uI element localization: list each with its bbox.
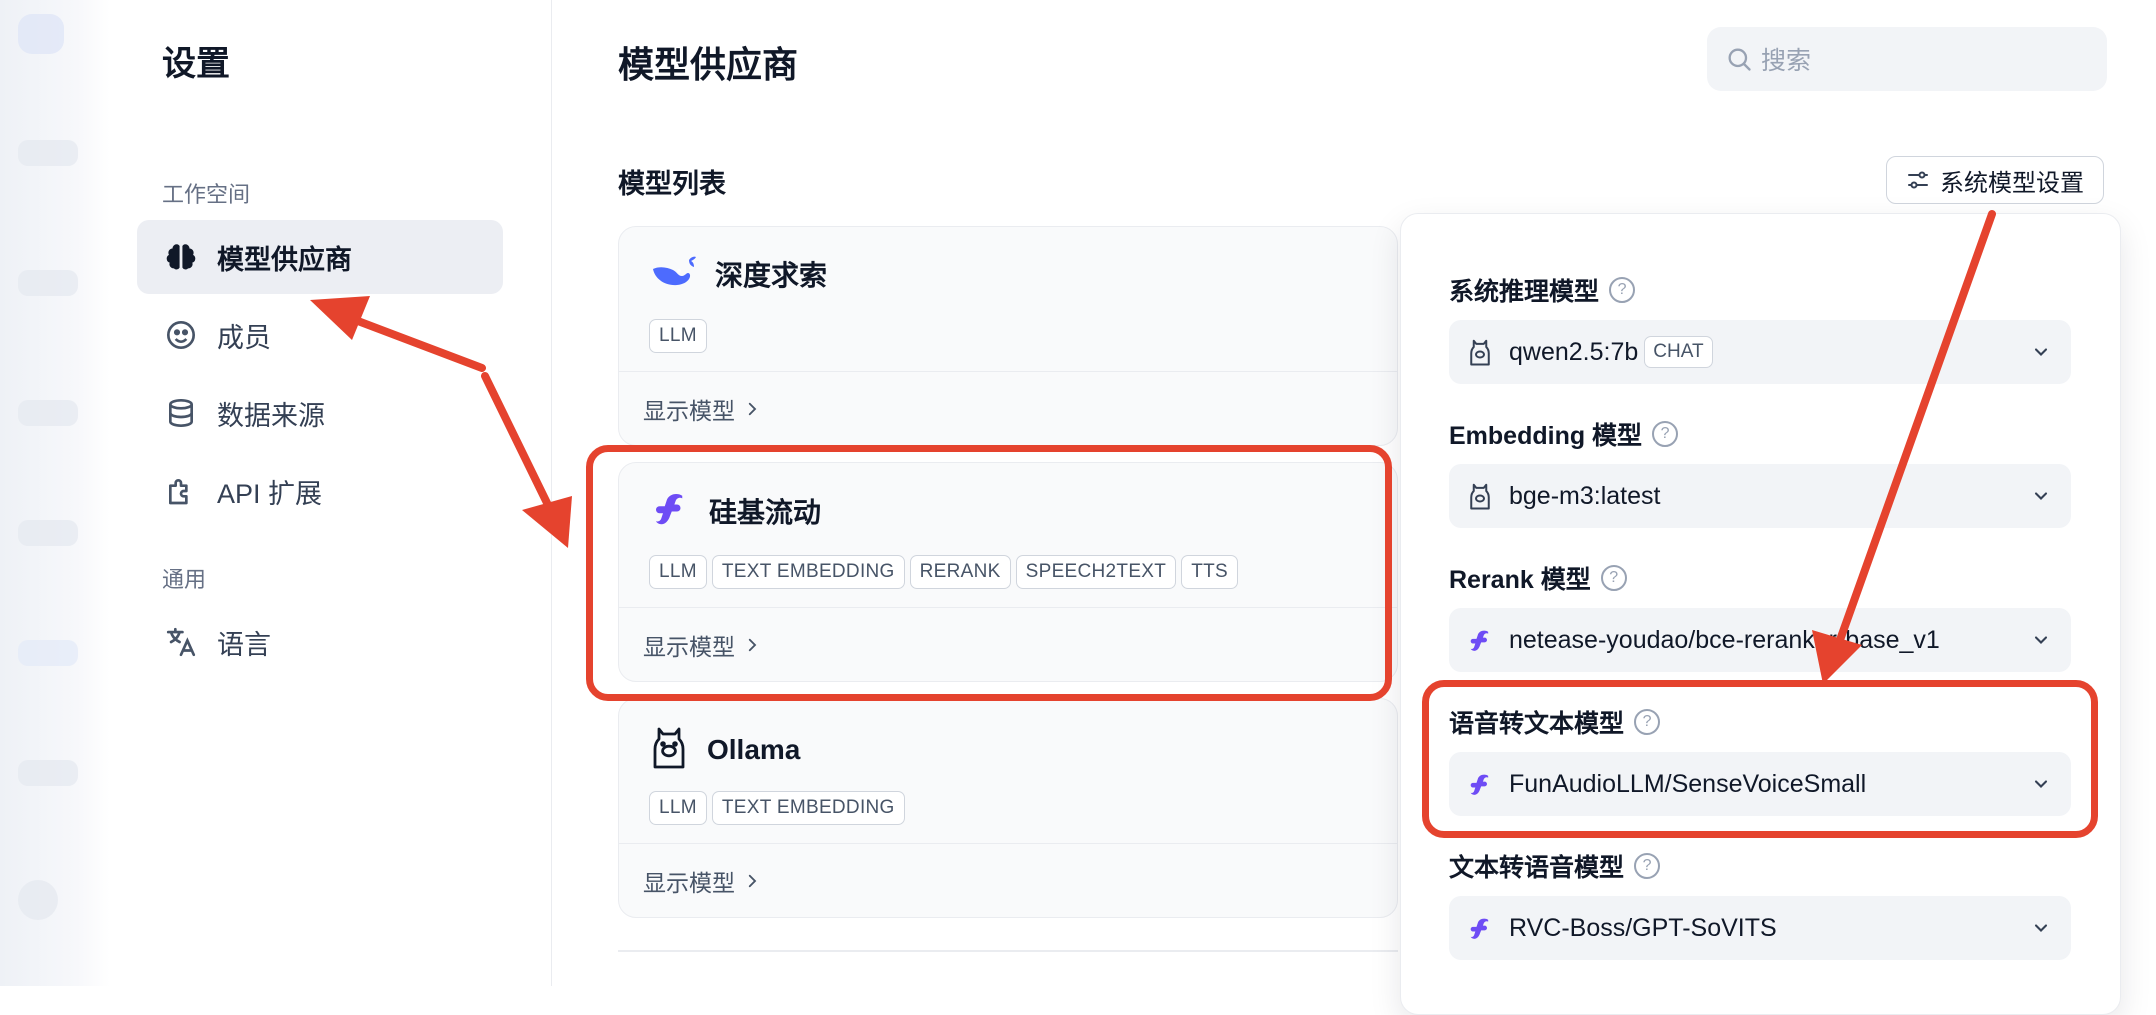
chevron-right-icon bbox=[748, 874, 757, 887]
deepseek-whale-icon bbox=[649, 251, 697, 296]
sidebar-item-label: 语言 bbox=[217, 629, 271, 660]
provider-card-ollama: Ollama LLM TEXT EMBEDDING 显示模型 bbox=[618, 698, 1398, 918]
chevron-down-icon bbox=[2034, 636, 2048, 644]
help-icon[interactable]: ? bbox=[1609, 277, 1636, 303]
select-embedding-model[interactable]: bge-m3:latest bbox=[1449, 464, 2071, 528]
chevron-down-icon bbox=[2034, 492, 2048, 500]
ollama-llama-icon bbox=[649, 723, 689, 776]
sidebar-item-label: 模型供应商 bbox=[217, 244, 352, 275]
sliders-icon bbox=[1908, 171, 1928, 189]
provider-tags: LLM bbox=[649, 319, 707, 353]
sidebar-item-model-provider[interactable]: 模型供应商 bbox=[137, 220, 503, 294]
provider-card-deepseek: 深度求索 LLM 显示模型 bbox=[618, 226, 1398, 446]
brain-icon bbox=[163, 239, 199, 275]
siliconflow-icon bbox=[1465, 625, 1495, 655]
show-models-link[interactable]: 显示模型 bbox=[619, 843, 1397, 917]
chevron-down-icon bbox=[2034, 348, 2048, 356]
show-models-link[interactable]: 显示模型 bbox=[619, 371, 1397, 445]
selected-model: netease-youdao/bce-reranker-base_v1 bbox=[1509, 625, 1940, 654]
ollama-llama-icon bbox=[1465, 337, 1495, 367]
page-title: 模型供应商 bbox=[618, 44, 799, 85]
settings-title: 设置 bbox=[162, 45, 230, 83]
search-placeholder: 搜索 bbox=[1761, 47, 1812, 75]
select-rerank-model[interactable]: netease-youdao/bce-reranker-base_v1 bbox=[1449, 608, 2071, 672]
field-label-rerank: Rerank 模型 ? bbox=[1449, 560, 1627, 596]
sidebar-item-label: API 扩展 bbox=[217, 478, 323, 509]
provider-name: Ollama bbox=[707, 733, 801, 765]
sidebar-item-api-extension[interactable]: API 扩展 bbox=[137, 454, 503, 528]
system-model-settings-button[interactable]: 系统模型设置 bbox=[1886, 156, 2104, 204]
sidebar-item-members[interactable]: 成员 bbox=[137, 298, 503, 372]
help-icon[interactable]: ? bbox=[1600, 565, 1627, 591]
provider-tag: LLM bbox=[649, 791, 707, 825]
search-icon bbox=[1728, 48, 1751, 71]
search-input[interactable]: 搜索 bbox=[1707, 27, 2107, 91]
select-system-reasoning-model[interactable]: qwen2.5:7b CHAT bbox=[1449, 320, 2071, 384]
siliconflow-icon bbox=[1465, 913, 1495, 943]
help-icon[interactable]: ? bbox=[1634, 853, 1661, 879]
provider-tag: TEXT EMBEDDING bbox=[711, 791, 905, 825]
field-label-text: Rerank 模型 bbox=[1449, 566, 1591, 594]
annotation-highlight-speech-to-text bbox=[1422, 680, 2098, 838]
divider bbox=[618, 950, 1398, 952]
model-type-badge: CHAT bbox=[1644, 336, 1713, 368]
system-model-settings-panel: 系统推理模型 ? qwen2.5:7b CHAT Embedding 模型 ? … bbox=[1400, 213, 2121, 1015]
field-label-system-reasoning: 系统推理模型 ? bbox=[1449, 272, 1636, 308]
sidebar-item-language[interactable]: 语言 bbox=[137, 605, 503, 679]
members-icon bbox=[163, 317, 199, 353]
settings-sidebar: 设置 工作空间 模型供应商 成员 数据来源 API 扩展 通用 语言 bbox=[0, 0, 552, 986]
field-label-text-to-speech: 文本转语音模型 ? bbox=[1449, 848, 1661, 884]
selected-model: qwen2.5:7b bbox=[1509, 337, 1639, 366]
show-models-label: 显示模型 bbox=[643, 869, 735, 896]
help-icon[interactable]: ? bbox=[1652, 421, 1679, 447]
provider-tags: LLM TEXT EMBEDDING bbox=[649, 791, 905, 825]
system-model-settings-label: 系统模型设置 bbox=[1940, 169, 2084, 197]
chevron-right-icon bbox=[748, 402, 757, 415]
sidebar-item-label: 成员 bbox=[217, 322, 271, 353]
puzzle-icon bbox=[163, 473, 199, 509]
provider-tag: LLM bbox=[649, 319, 707, 353]
field-label-text: 文本转语音模型 bbox=[1449, 854, 1625, 882]
field-label-embedding: Embedding 模型 ? bbox=[1449, 416, 1679, 452]
translate-icon bbox=[163, 624, 199, 660]
model-list-title: 模型列表 bbox=[618, 169, 726, 199]
selected-model: RVC-Boss/GPT-SoVITS bbox=[1509, 913, 1777, 942]
ollama-llama-icon bbox=[1465, 481, 1495, 511]
annotation-highlight-siliconflow bbox=[586, 445, 1392, 701]
select-text-to-speech-model[interactable]: RVC-Boss/GPT-SoVITS bbox=[1449, 896, 2071, 960]
group-label-general: 通用 bbox=[162, 567, 207, 592]
sidebar-item-label: 数据来源 bbox=[217, 400, 325, 431]
chevron-down-icon bbox=[2034, 924, 2048, 932]
field-label-text: 系统推理模型 bbox=[1449, 278, 1600, 306]
provider-name: 深度求索 bbox=[715, 259, 828, 291]
show-models-label: 显示模型 bbox=[643, 397, 735, 424]
sidebar-item-data-source[interactable]: 数据来源 bbox=[137, 376, 503, 450]
database-icon bbox=[163, 395, 199, 431]
group-label-workspace: 工作空间 bbox=[162, 182, 251, 207]
selected-model: bge-m3:latest bbox=[1509, 481, 1661, 510]
field-label-text: Embedding 模型 bbox=[1449, 422, 1643, 450]
